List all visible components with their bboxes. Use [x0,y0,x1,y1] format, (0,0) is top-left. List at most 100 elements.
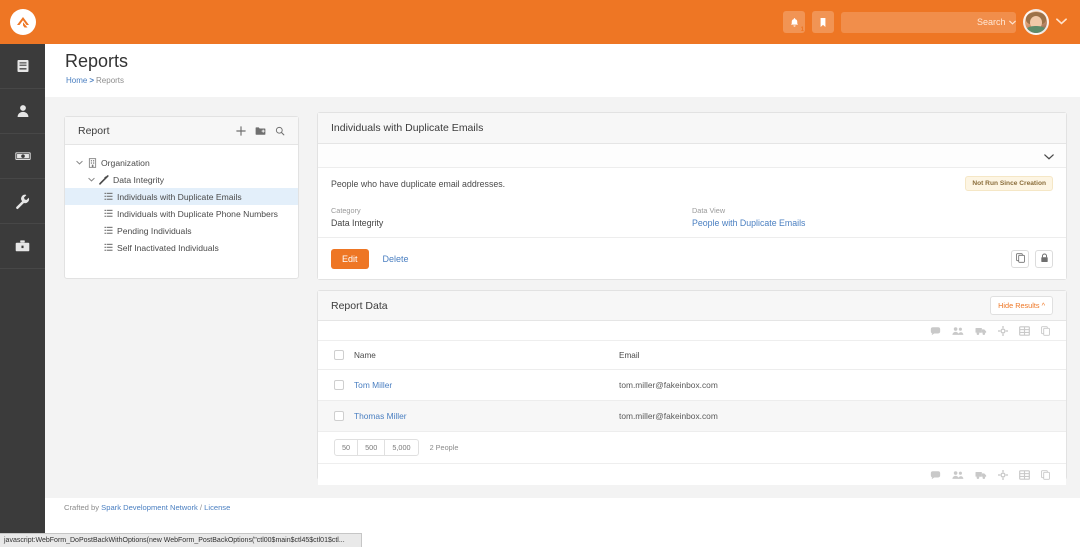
table-icon [1019,325,1030,336]
user-menu-chevron-down-icon[interactable] [1056,16,1067,28]
page-footer: Crafted by Spark Development Network / L… [45,498,1080,533]
book-icon [15,58,31,74]
tree-node-self-inactivated-individuals[interactable]: Self Inactivated Individuals [65,239,298,256]
new-group-button[interactable] [952,326,964,336]
field-value: People with Duplicate Emails [692,218,1053,228]
list-icon [101,209,115,218]
people-icon [952,470,964,479]
breadcrumb-separator: > [89,76,95,85]
sidebar-item-admin[interactable] [0,224,45,269]
list-icon [101,243,115,252]
new-group-button[interactable] [952,470,964,480]
copy-icon [1015,250,1025,268]
bookmark-button[interactable] [812,11,834,33]
person-link[interactable]: Tom Miller [354,380,392,390]
report-detail-header: Individuals with Duplicate Emails [318,113,1066,144]
data-view-link[interactable]: People with Duplicate Emails [692,218,805,228]
breadcrumb: Home > Reports [66,76,124,85]
row-select-cell [318,400,354,432]
briefcase-icon [14,238,31,254]
security-button[interactable] [1035,249,1053,268]
sidebar-item-dashboard[interactable] [0,44,45,89]
row-checkbox[interactable] [334,380,344,390]
status-badge: Not Run Since Creation [965,176,1053,191]
rock-logo-icon[interactable] [9,9,36,35]
hide-results-button[interactable]: Hide Results ^ [990,296,1053,315]
left-sidebar [0,44,45,547]
table-icon [1019,469,1030,480]
report-detail-footer: Edit Delete [318,237,1066,279]
plus-icon[interactable] [236,125,246,136]
topbar-actions: 1 Search [783,9,1080,35]
search-input[interactable] [854,17,971,27]
sidebar-item-finance[interactable] [0,134,45,179]
report-tree-actions [236,125,285,136]
merge-person-button[interactable] [975,326,987,336]
communicate-button[interactable] [930,326,941,336]
sidebar-item-people[interactable] [0,89,45,134]
communicate-button[interactable] [930,470,941,480]
tree-node-label: Self Inactivated Individuals [117,242,219,253]
tree-node-individuals-with-duplicate-phone-numbers[interactable]: Individuals with Duplicate Phone Numbers [65,205,298,222]
tree-node-organization[interactable]: Organization [65,154,298,171]
tree-node-individuals-with-duplicate-emails[interactable]: Individuals with Duplicate Emails [65,188,298,205]
logo-container[interactable] [0,9,45,35]
comment-icon [930,326,941,335]
folder-plus-icon[interactable] [255,126,266,136]
table-header-row: Name Email [318,341,1066,370]
copy-report-button[interactable] [1011,249,1029,268]
license-link[interactable]: License [204,503,230,512]
table-row[interactable]: Tom Miller tom.miller@fakeinbox.com [318,369,1066,401]
field-category: Category Data Integrity [331,206,692,228]
people-icon [952,326,964,335]
grid-toolbar-top [318,321,1066,341]
gear-icon [998,325,1008,336]
field-value: Data Integrity [331,218,384,228]
page-size-50-button[interactable]: 50 [334,439,359,456]
page-size-500-button[interactable]: 500 [357,439,386,456]
avatar[interactable] [1023,9,1049,35]
notifications-button[interactable]: 1 [783,11,805,33]
merge-template-button[interactable] [1041,469,1050,480]
bulk-update-button[interactable] [998,325,1008,336]
report-tree-title: Report [78,124,110,137]
field-label: Data View [692,206,726,215]
export-excel-button[interactable] [1019,325,1030,336]
select-all-header [318,341,354,370]
bulk-update-button[interactable] [998,469,1008,480]
field-label: Category [331,206,361,215]
chevron-down-icon[interactable] [73,160,85,165]
merge-template-button[interactable] [1041,325,1050,336]
select-all-checkbox[interactable] [334,350,344,360]
chevron-down-icon [1008,20,1016,25]
report-data-header: Report Data Hide Results ^ [318,291,1066,321]
delete-button[interactable]: Delete [383,254,409,264]
breadcrumb-current: Reports [96,76,125,85]
edit-button[interactable]: Edit [331,248,369,269]
grid-toolbar-bottom [318,463,1066,485]
tree-node-pending-individuals[interactable]: Pending Individuals [65,222,298,239]
wand-icon [97,174,111,185]
comment-icon [930,470,941,479]
search-scope-label: Search [977,17,1006,27]
person-link[interactable]: Thomas Miller [354,411,407,421]
page-size-5000-button[interactable]: 5,000 [384,439,419,456]
sidebar-item-tools[interactable] [0,179,45,224]
row-checkbox[interactable] [334,411,344,421]
building-icon [85,157,99,168]
table-row[interactable]: Thomas Miller tom.miller@fakeinbox.com [318,400,1066,432]
search-icon[interactable] [275,126,285,136]
export-excel-button[interactable] [1019,469,1030,480]
footer-crafted-prefix: Crafted by [64,503,102,512]
merge-person-button[interactable] [975,470,987,480]
chevron-down-icon[interactable] [1044,147,1054,165]
global-search-box[interactable]: Search [841,11,1016,33]
top-navbar: 1 Search [0,0,1080,44]
tree-node-data-integrity[interactable]: Data Integrity [65,171,298,188]
cell-email: tom.miller@fakeinbox.com [619,369,1066,401]
chevron-down-icon[interactable] [85,177,97,182]
spark-link[interactable]: Spark Development Network [101,503,198,512]
breadcrumb-home[interactable]: Home [66,76,87,85]
search-scope-dropdown[interactable]: Search [977,17,1016,27]
row-select-cell [318,369,354,401]
